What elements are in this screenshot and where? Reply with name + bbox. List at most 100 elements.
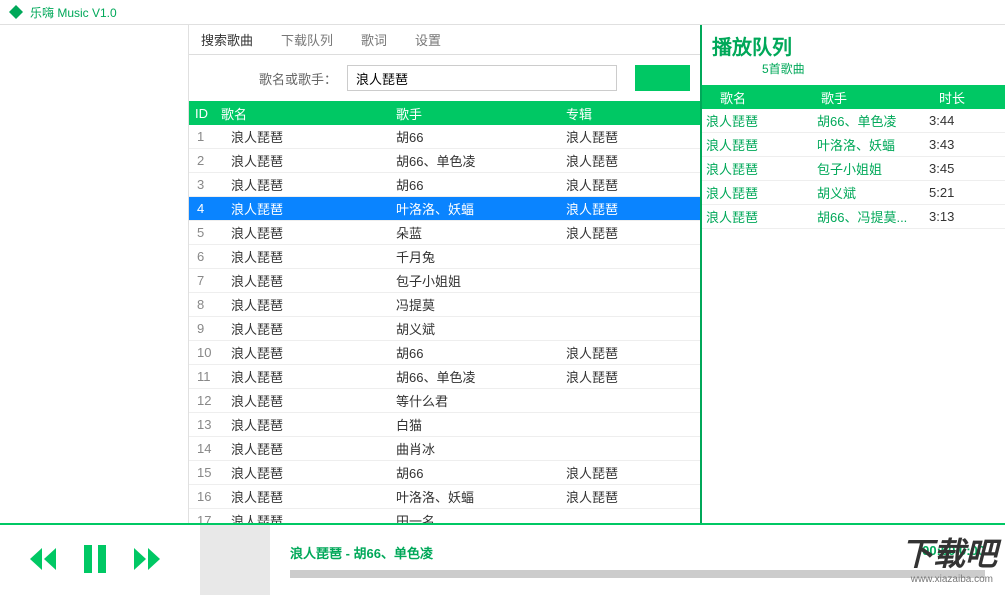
col-artist: 歌手 [396, 104, 566, 123]
cell-artist: 胡义斌 [396, 319, 566, 338]
tab-2[interactable]: 歌词 [359, 26, 389, 53]
search-button[interactable] [635, 65, 690, 91]
cell-id: 7 [189, 273, 221, 288]
table-row[interactable]: 9浪人琵琶胡义斌 [189, 317, 700, 341]
table-row[interactable]: 13浪人琵琶白猫 [189, 413, 700, 437]
qcell-duration: 3:44 [925, 113, 1005, 128]
next-button[interactable] [134, 548, 160, 573]
cell-artist: 叶洛洛、妖蝠 [396, 199, 566, 218]
queue-row[interactable]: 浪人琵琶包子小姐姐3:45 [702, 157, 1005, 181]
cell-id: 9 [189, 321, 221, 336]
cell-id: 14 [189, 441, 221, 456]
pause-button[interactable] [84, 545, 106, 576]
search-input[interactable] [347, 65, 617, 91]
cell-id: 4 [189, 201, 221, 216]
cell-id: 16 [189, 489, 221, 504]
cell-song: 浪人琵琶 [221, 511, 396, 523]
cell-artist: 朵蓝 [396, 223, 566, 242]
prev-button[interactable] [30, 548, 56, 573]
qcell-duration: 3:45 [925, 161, 1005, 176]
qcol-artist: 歌手 [817, 88, 925, 107]
cell-artist: 胡66 [396, 463, 566, 482]
cell-id: 17 [189, 513, 221, 523]
table-row[interactable]: 6浪人琵琶千月兔 [189, 245, 700, 269]
cell-artist: 冯提莫 [396, 295, 566, 314]
qcell-artist: 包子小姐姐 [817, 159, 925, 178]
table-row[interactable]: 17浪人琵琶田一名 [189, 509, 700, 523]
queue-count: 5首歌曲 [762, 60, 995, 77]
cell-artist: 胡66、单色凌 [396, 367, 566, 386]
cell-song: 浪人琵琶 [221, 415, 396, 434]
cell-song: 浪人琵琶 [221, 175, 396, 194]
tab-1[interactable]: 下载队列 [279, 26, 335, 53]
queue-row[interactable]: 浪人琵琶胡66、冯提莫...3:13 [702, 205, 1005, 229]
qcell-duration: 5:21 [925, 185, 1005, 200]
results-table-body[interactable]: 1浪人琵琶胡66浪人琵琶2浪人琵琶胡66、单色凌浪人琵琶3浪人琵琶胡66浪人琵琶… [189, 125, 700, 523]
table-row[interactable]: 16浪人琵琶叶洛洛、妖蝠浪人琵琶 [189, 485, 700, 509]
table-row[interactable]: 12浪人琵琶等什么君 [189, 389, 700, 413]
table-row[interactable]: 5浪人琵琶朵蓝浪人琵琶 [189, 221, 700, 245]
player-bar: 浪人琵琶 - 胡66、单色凌 00:00/0:00 [0, 523, 1005, 595]
cell-song: 浪人琵琶 [221, 319, 396, 338]
col-album: 专辑 [566, 104, 700, 123]
search-label: 歌名或歌手： [259, 69, 337, 88]
qcell-artist: 胡66、单色凌 [817, 111, 925, 130]
cell-artist: 千月兔 [396, 247, 566, 266]
cell-song: 浪人琵琶 [221, 271, 396, 290]
cell-id: 12 [189, 393, 221, 408]
cell-id: 3 [189, 177, 221, 192]
table-row[interactable]: 2浪人琵琶胡66、单色凌浪人琵琶 [189, 149, 700, 173]
app-title: 乐嗨 Music V1.0 [30, 4, 117, 21]
cell-artist: 胡66、单色凌 [396, 151, 566, 170]
table-row[interactable]: 14浪人琵琶曲肖冰 [189, 437, 700, 461]
queue-body[interactable]: 浪人琵琶胡66、单色凌3:44浪人琵琶叶洛洛、妖蝠3:43浪人琵琶包子小姐姐3:… [702, 109, 1005, 523]
cell-album: 浪人琵琶 [566, 151, 700, 170]
tab-0[interactable]: 搜索歌曲 [199, 26, 255, 53]
queue-row[interactable]: 浪人琵琶胡义斌5:21 [702, 181, 1005, 205]
table-row[interactable]: 3浪人琵琶胡66浪人琵琶 [189, 173, 700, 197]
progress-bar[interactable] [290, 570, 985, 578]
cell-album: 浪人琵琶 [566, 127, 700, 146]
cell-album: 浪人琵琶 [566, 463, 700, 482]
qcell-song: 浪人琵琶 [702, 159, 817, 178]
cell-artist: 田一名 [396, 511, 566, 523]
qcol-song: 歌名 [702, 88, 817, 107]
table-row[interactable]: 10浪人琵琶胡66浪人琵琶 [189, 341, 700, 365]
play-time: 00:00/0:00 [922, 543, 985, 562]
queue-title: 播放队列 [712, 31, 995, 60]
center-panel: 搜索歌曲下载队列歌词设置 歌名或歌手： ID 歌名 歌手 专辑 1浪人琵琶胡66… [189, 25, 702, 523]
table-row[interactable]: 8浪人琵琶冯提莫 [189, 293, 700, 317]
qcell-song: 浪人琵琶 [702, 207, 817, 226]
tab-3[interactable]: 设置 [413, 26, 443, 53]
table-row[interactable]: 11浪人琵琶胡66、单色凌浪人琵琶 [189, 365, 700, 389]
cell-album: 浪人琵琶 [566, 175, 700, 194]
queue-row[interactable]: 浪人琵琶胡66、单色凌3:44 [702, 109, 1005, 133]
cell-album: 浪人琵琶 [566, 487, 700, 506]
cell-song: 浪人琵琶 [221, 439, 396, 458]
qcell-song: 浪人琵琶 [702, 111, 817, 130]
titlebar: 乐嗨 Music V1.0 [0, 0, 1005, 25]
cell-artist: 胡66 [396, 127, 566, 146]
cell-artist: 胡66 [396, 343, 566, 362]
qcol-duration: 时长 [925, 88, 1005, 107]
cell-song: 浪人琵琶 [221, 151, 396, 170]
table-row[interactable]: 7浪人琵琶包子小姐姐 [189, 269, 700, 293]
table-row[interactable]: 4浪人琵琶叶洛洛、妖蝠浪人琵琶 [189, 197, 700, 221]
cell-id: 10 [189, 345, 221, 360]
cell-album: 浪人琵琶 [566, 223, 700, 242]
cell-artist: 等什么君 [396, 391, 566, 410]
cell-album: 浪人琵琶 [566, 343, 700, 362]
cell-song: 浪人琵琶 [221, 391, 396, 410]
cell-song: 浪人琵琶 [221, 343, 396, 362]
cell-song: 浪人琵琶 [221, 367, 396, 386]
tab-bar: 搜索歌曲下载队列歌词设置 [189, 25, 700, 55]
cell-id: 11 [189, 369, 221, 384]
search-row: 歌名或歌手： [189, 55, 700, 101]
cell-album: 浪人琵琶 [566, 199, 700, 218]
cell-artist: 白猫 [396, 415, 566, 434]
queue-row[interactable]: 浪人琵琶叶洛洛、妖蝠3:43 [702, 133, 1005, 157]
cell-id: 2 [189, 153, 221, 168]
table-row[interactable]: 15浪人琵琶胡66浪人琵琶 [189, 461, 700, 485]
results-table-header: ID 歌名 歌手 专辑 [189, 101, 700, 125]
table-row[interactable]: 1浪人琵琶胡66浪人琵琶 [189, 125, 700, 149]
